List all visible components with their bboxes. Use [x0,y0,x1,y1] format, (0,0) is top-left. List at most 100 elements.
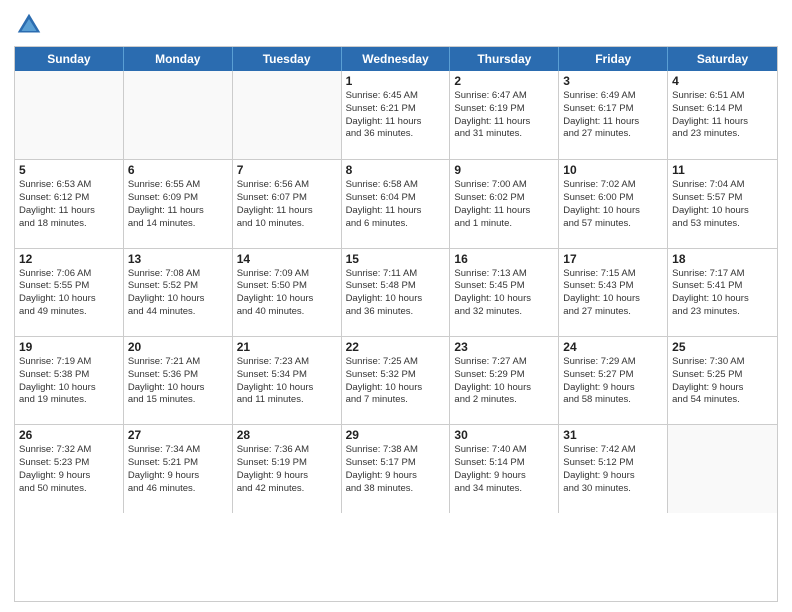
calendar-cell [124,71,233,159]
day-number: 11 [672,163,773,177]
calendar-row: 1 Sunrise: 6:45 AM Sunset: 6:21 PM Daylig… [15,71,777,159]
calendar-cell: 27 Sunrise: 7:34 AM Sunset: 5:21 PM Dayli… [124,425,233,512]
day-number: 20 [128,340,228,354]
day-number: 27 [128,428,228,442]
calendar-cell: 19Sunrise: 7:19 AM Sunset: 5:38 PM Dayli… [15,337,124,424]
day-number: 10 [563,163,663,177]
day-number: 16 [454,252,554,266]
day-info: Sunrise: 6:56 AM Sunset: 6:07 PM Dayligh… [237,179,337,230]
calendar-row: 5 Sunrise: 6:53 AM Sunset: 6:12 PM Daylig… [15,159,777,247]
calendar-cell [233,71,342,159]
day-info: Sunrise: 7:30 AM Sunset: 5:25 PM Dayligh… [672,356,773,407]
day-info: Sunrise: 7:32 AM Sunset: 5:23 PM Dayligh… [19,444,119,495]
day-number: 24 [563,340,663,354]
day-info: Sunrise: 6:53 AM Sunset: 6:12 PM Dayligh… [19,179,119,230]
day-number: 18 [672,252,773,266]
calendar-container: SundayMondayTuesdayWednesdayThursdayFrid… [0,0,792,612]
day-number: 23 [454,340,554,354]
day-number: 12 [19,252,119,266]
day-number: 6 [128,163,228,177]
day-number: 8 [346,163,446,177]
day-number: 22 [346,340,446,354]
day-info: Sunrise: 7:21 AM Sunset: 5:36 PM Dayligh… [128,356,228,407]
day-info: Sunrise: 6:55 AM Sunset: 6:09 PM Dayligh… [128,179,228,230]
day-info: Sunrise: 7:15 AM Sunset: 5:43 PM Dayligh… [563,268,663,319]
day-number: 31 [563,428,663,442]
day-info: Sunrise: 7:04 AM Sunset: 5:57 PM Dayligh… [672,179,773,230]
calendar-cell: 13 Sunrise: 7:08 AM Sunset: 5:52 PM Dayli… [124,249,233,336]
calendar: SundayMondayTuesdayWednesdayThursdayFrid… [14,46,778,602]
day-info: Sunrise: 6:47 AM Sunset: 6:19 PM Dayligh… [454,90,554,141]
calendar-cell: 17Sunrise: 7:15 AM Sunset: 5:43 PM Dayli… [559,249,668,336]
day-number: 1 [346,74,446,88]
day-info: Sunrise: 7:11 AM Sunset: 5:48 PM Dayligh… [346,268,446,319]
calendar-cell [668,425,777,512]
calendar-cell: 5 Sunrise: 6:53 AM Sunset: 6:12 PM Daylig… [15,160,124,247]
calendar-cell: 25 Sunrise: 7:30 AM Sunset: 5:25 PM Dayli… [668,337,777,424]
logo [14,10,48,40]
calendar-cell: 23 Sunrise: 7:27 AM Sunset: 5:29 PM Dayli… [450,337,559,424]
calendar-cell: 3 Sunrise: 6:49 AM Sunset: 6:17 PM Daylig… [559,71,668,159]
header [14,10,778,40]
day-info: Sunrise: 6:49 AM Sunset: 6:17 PM Dayligh… [563,90,663,141]
day-number: 4 [672,74,773,88]
day-info: Sunrise: 6:58 AM Sunset: 6:04 PM Dayligh… [346,179,446,230]
day-number: 5 [19,163,119,177]
calendar-cell: 6 Sunrise: 6:55 AM Sunset: 6:09 PM Daylig… [124,160,233,247]
calendar-cell: 15Sunrise: 7:11 AM Sunset: 5:48 PM Dayli… [342,249,451,336]
day-info: Sunrise: 7:09 AM Sunset: 5:50 PM Dayligh… [237,268,337,319]
calendar-cell: 20 Sunrise: 7:21 AM Sunset: 5:36 PM Dayli… [124,337,233,424]
calendar-body: 1 Sunrise: 6:45 AM Sunset: 6:21 PM Daylig… [15,71,777,601]
calendar-cell: 28Sunrise: 7:36 AM Sunset: 5:19 PM Dayli… [233,425,342,512]
calendar-row: 12Sunrise: 7:06 AM Sunset: 5:55 PM Dayli… [15,248,777,336]
calendar-cell: 1 Sunrise: 6:45 AM Sunset: 6:21 PM Daylig… [342,71,451,159]
calendar-cell: 21 Sunrise: 7:23 AM Sunset: 5:34 PM Dayli… [233,337,342,424]
weekday-header: Saturday [668,47,777,71]
day-info: Sunrise: 7:38 AM Sunset: 5:17 PM Dayligh… [346,444,446,495]
day-number: 14 [237,252,337,266]
logo-icon [14,10,44,40]
weekday-header: Friday [559,47,668,71]
weekday-header: Tuesday [233,47,342,71]
day-info: Sunrise: 7:17 AM Sunset: 5:41 PM Dayligh… [672,268,773,319]
day-number: 21 [237,340,337,354]
day-info: Sunrise: 7:29 AM Sunset: 5:27 PM Dayligh… [563,356,663,407]
weekday-header: Thursday [450,47,559,71]
day-info: Sunrise: 7:40 AM Sunset: 5:14 PM Dayligh… [454,444,554,495]
day-info: Sunrise: 7:02 AM Sunset: 6:00 PM Dayligh… [563,179,663,230]
day-info: Sunrise: 7:34 AM Sunset: 5:21 PM Dayligh… [128,444,228,495]
day-number: 30 [454,428,554,442]
calendar-cell: 2 Sunrise: 6:47 AM Sunset: 6:19 PM Daylig… [450,71,559,159]
calendar-cell: 9 Sunrise: 7:00 AM Sunset: 6:02 PM Daylig… [450,160,559,247]
day-number: 26 [19,428,119,442]
day-info: Sunrise: 6:51 AM Sunset: 6:14 PM Dayligh… [672,90,773,141]
calendar-cell [15,71,124,159]
calendar-cell: 4 Sunrise: 6:51 AM Sunset: 6:14 PM Daylig… [668,71,777,159]
calendar-cell: 18 Sunrise: 7:17 AM Sunset: 5:41 PM Dayli… [668,249,777,336]
day-number: 25 [672,340,773,354]
day-info: Sunrise: 7:08 AM Sunset: 5:52 PM Dayligh… [128,268,228,319]
calendar-cell: 14 Sunrise: 7:09 AM Sunset: 5:50 PM Dayli… [233,249,342,336]
calendar-cell: 29 Sunrise: 7:38 AM Sunset: 5:17 PM Dayli… [342,425,451,512]
day-info: Sunrise: 7:25 AM Sunset: 5:32 PM Dayligh… [346,356,446,407]
weekday-header: Wednesday [342,47,451,71]
day-number: 9 [454,163,554,177]
day-number: 2 [454,74,554,88]
calendar-cell: 7 Sunrise: 6:56 AM Sunset: 6:07 PM Daylig… [233,160,342,247]
day-info: Sunrise: 7:42 AM Sunset: 5:12 PM Dayligh… [563,444,663,495]
day-number: 28 [237,428,337,442]
day-info: Sunrise: 7:19 AM Sunset: 5:38 PM Dayligh… [19,356,119,407]
day-info: Sunrise: 6:45 AM Sunset: 6:21 PM Dayligh… [346,90,446,141]
calendar-cell: 12Sunrise: 7:06 AM Sunset: 5:55 PM Dayli… [15,249,124,336]
day-number: 7 [237,163,337,177]
calendar-cell: 8 Sunrise: 6:58 AM Sunset: 6:04 PM Daylig… [342,160,451,247]
day-number: 3 [563,74,663,88]
day-info: Sunrise: 7:23 AM Sunset: 5:34 PM Dayligh… [237,356,337,407]
day-info: Sunrise: 7:00 AM Sunset: 6:02 PM Dayligh… [454,179,554,230]
calendar-cell: 31 Sunrise: 7:42 AM Sunset: 5:12 PM Dayli… [559,425,668,512]
weekday-header: Sunday [15,47,124,71]
day-number: 29 [346,428,446,442]
day-info: Sunrise: 7:27 AM Sunset: 5:29 PM Dayligh… [454,356,554,407]
day-number: 13 [128,252,228,266]
weekday-header: Monday [124,47,233,71]
